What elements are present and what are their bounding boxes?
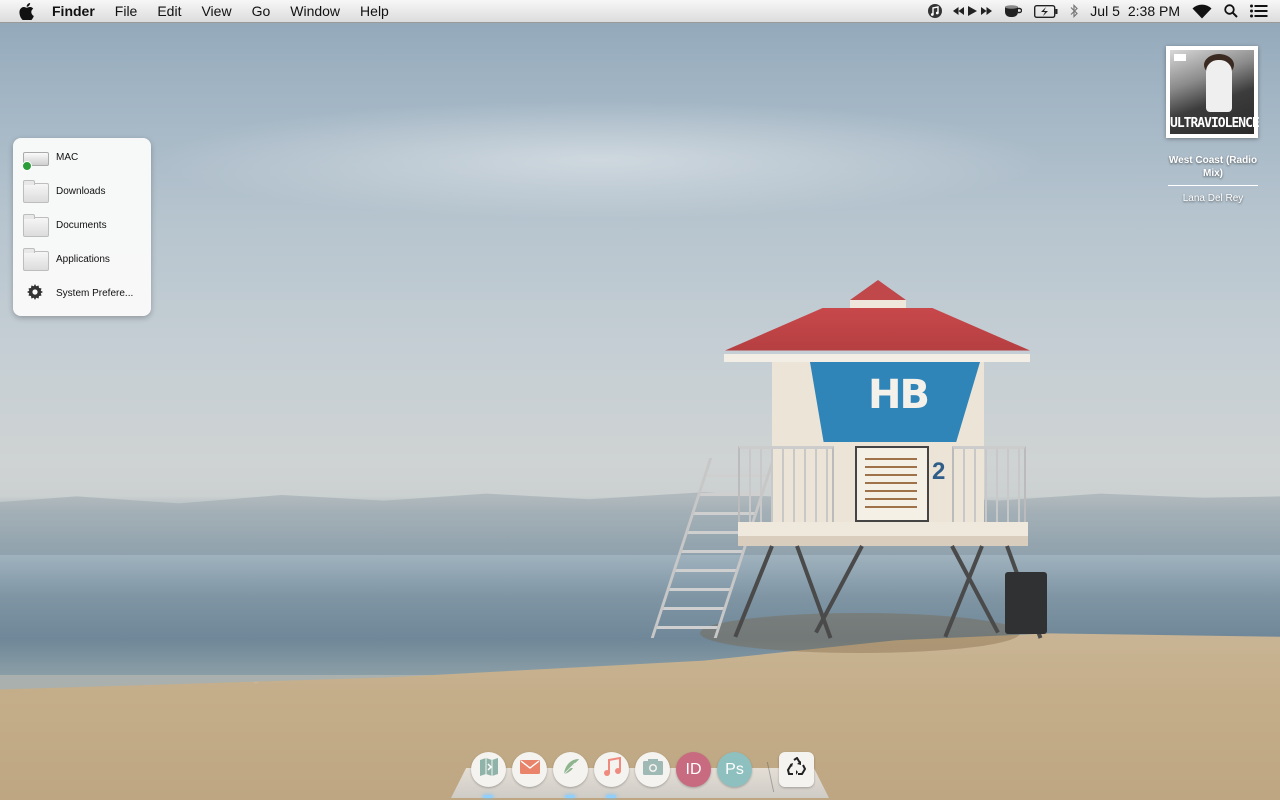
- tower-roof-top: [850, 280, 906, 300]
- indesign-icon: ID: [685, 760, 702, 778]
- tower-number: 2: [932, 458, 946, 485]
- folder-icon: [23, 180, 49, 203]
- menu-go[interactable]: Go: [242, 0, 281, 22]
- apple-logo-icon[interactable]: [18, 2, 34, 20]
- dock-item-feather[interactable]: [553, 752, 588, 787]
- running-indicator: [483, 795, 493, 798]
- dock-item-indesign[interactable]: ID: [676, 752, 711, 787]
- track-artist: Lana Del Rey: [1182, 193, 1244, 204]
- battery-charging-icon[interactable]: [1034, 0, 1058, 22]
- trash-barrel: [1005, 572, 1047, 634]
- rewind-icon[interactable]: [953, 0, 965, 22]
- menu-bar-time[interactable]: 2:38 PM: [1128, 3, 1180, 19]
- menu-edit[interactable]: Edit: [147, 0, 191, 22]
- desktop-wallpaper: HB 2: [0, 0, 1280, 800]
- menu-bar: Finder File Edit View Go Window Help Jul…: [0, 0, 1280, 23]
- place-item-documents[interactable]: Documents: [13, 208, 151, 242]
- music-note-icon[interactable]: [927, 0, 943, 22]
- now-playing-divider: [1168, 185, 1258, 186]
- dock-item-music[interactable]: [594, 752, 629, 787]
- dock-item-mail[interactable]: [512, 752, 547, 787]
- menu-window[interactable]: Window: [280, 0, 350, 22]
- tower-roof-edge: [724, 354, 1030, 362]
- tower-roof: [725, 308, 1030, 351]
- menu-view[interactable]: View: [191, 0, 241, 22]
- tower-deck-underside: [738, 536, 1028, 546]
- track-title: West Coast (Radio Mix): [1168, 155, 1258, 179]
- place-item-downloads[interactable]: Downloads: [13, 174, 151, 208]
- music-note-icon: [603, 756, 621, 782]
- place-item-label: System Prefere...: [56, 287, 134, 299]
- folder-icon: [23, 214, 49, 237]
- favorites-stack-panel: MAC Downloads Documents Applications Sys…: [13, 138, 151, 316]
- coffee-cup-icon[interactable]: [1004, 0, 1023, 22]
- wifi-icon[interactable]: [1192, 0, 1212, 22]
- place-item-label: MAC: [56, 151, 79, 163]
- parental-advisory-label: [1174, 54, 1186, 61]
- tower-shadow: [700, 613, 1020, 653]
- menu-help[interactable]: Help: [350, 0, 399, 22]
- gear-icon: [27, 284, 43, 300]
- notification-center-icon[interactable]: [1250, 0, 1268, 22]
- tower-deck: [738, 522, 1028, 536]
- dock-item-photo-booth[interactable]: [635, 752, 670, 787]
- dock-item-maps[interactable]: [471, 752, 506, 787]
- running-indicator: [565, 795, 575, 798]
- clouds: [150, 100, 1050, 220]
- tower-railing-left: [738, 446, 834, 529]
- play-icon[interactable]: [968, 0, 978, 22]
- place-item-label: Downloads: [56, 185, 106, 197]
- place-item-mac[interactable]: MAC: [13, 140, 151, 174]
- recycle-icon: [786, 756, 808, 782]
- album-title: ULTRAVIOLENCE: [1170, 116, 1260, 131]
- place-item-system-preferences[interactable]: System Prefere...: [13, 276, 151, 310]
- lifeguard-tower: HB 2: [650, 278, 1060, 653]
- distant-mountains: [0, 492, 1280, 558]
- tower-logo: HB: [868, 372, 930, 418]
- menu-bar-date[interactable]: Jul 5: [1090, 3, 1120, 19]
- place-item-applications[interactable]: Applications: [13, 242, 151, 276]
- menu-app-finder[interactable]: Finder: [48, 0, 105, 22]
- camera-icon: [642, 759, 663, 780]
- menu-bar-status-area: Jul 5 2:38 PM: [915, 0, 1280, 22]
- mail-icon: [519, 760, 540, 779]
- dock-item-photoshop[interactable]: Ps: [717, 752, 752, 787]
- bluetooth-icon[interactable]: [1070, 0, 1079, 22]
- map-icon: [479, 758, 499, 781]
- place-item-label: Documents: [56, 219, 107, 231]
- album-artwork[interactable]: ULTRAVIOLENCE: [1166, 46, 1260, 138]
- dock-item-trash[interactable]: [779, 752, 814, 787]
- feather-icon: [561, 757, 581, 782]
- tower-railing-right: [952, 446, 1026, 529]
- spotlight-search-icon[interactable]: [1224, 0, 1238, 22]
- tower-roof-cap: [850, 300, 906, 308]
- place-item-label: Applications: [56, 253, 110, 265]
- fast-forward-icon[interactable]: [981, 0, 993, 22]
- hard-drive-icon: [22, 152, 49, 171]
- running-indicator: [606, 795, 616, 798]
- tower-hazard-sign: [855, 446, 929, 522]
- photoshop-icon: Ps: [725, 760, 744, 778]
- now-playing-widget: ULTRAVIOLENCE West Coast (Radio Mix) Lan…: [1160, 44, 1266, 214]
- menu-file[interactable]: File: [105, 0, 148, 22]
- folder-icon: [23, 248, 49, 271]
